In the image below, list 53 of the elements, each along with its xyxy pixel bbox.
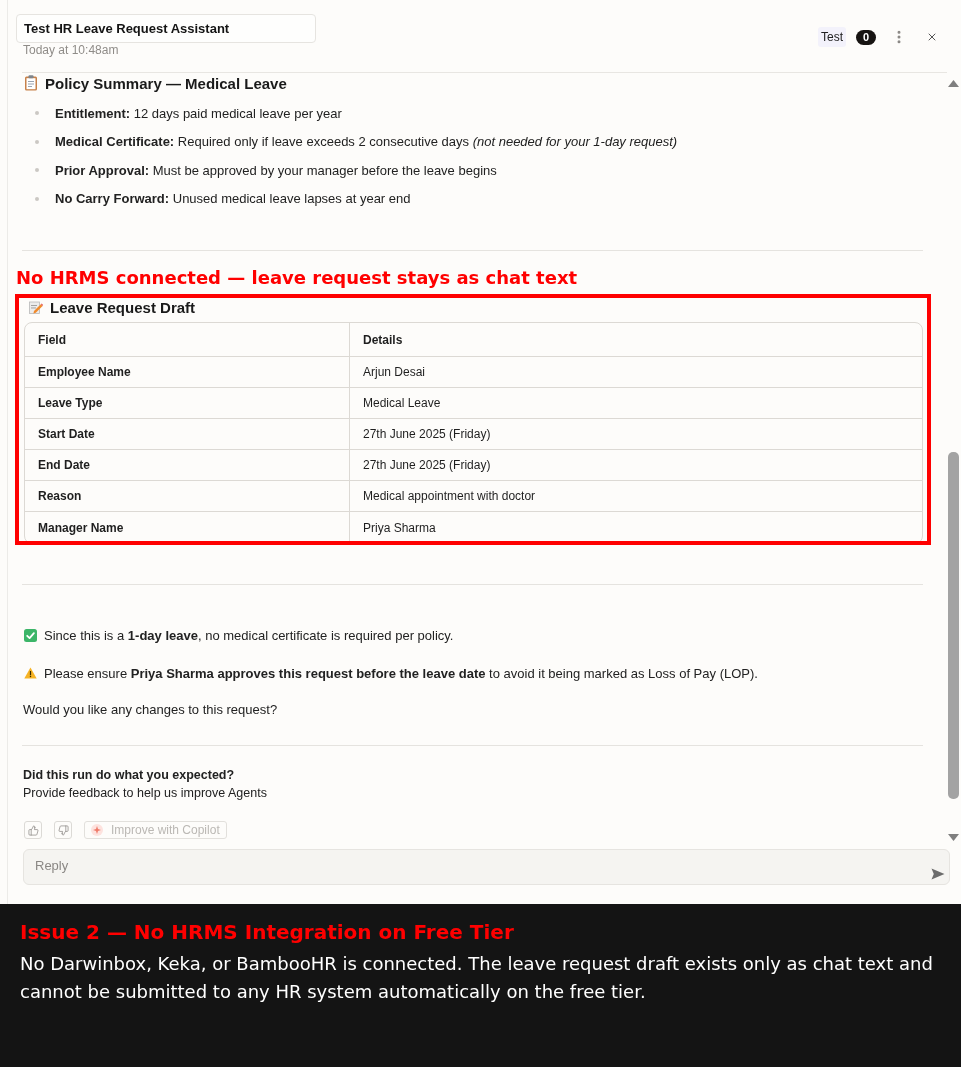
bullet-icon bbox=[35, 196, 39, 201]
policy-item: Medical Certificate: Required only if leave exceeds 2 consecutive days (not needed for your 1-day request) bbox=[55, 134, 678, 150]
table-cell: Reason bbox=[25, 481, 350, 512]
thumbs-down-icon bbox=[57, 824, 69, 836]
warning-icon bbox=[24, 667, 37, 679]
column-header: Details bbox=[350, 323, 922, 357]
bullet-icon bbox=[35, 111, 39, 116]
section-heading: Policy Summary — Medical Leave bbox=[45, 74, 287, 92]
sparkle-icon bbox=[91, 824, 103, 836]
thumbs-up-icon bbox=[27, 824, 39, 836]
send-button[interactable] bbox=[931, 868, 945, 880]
policy-item: Entitlement: 12 days paid medical leave per year bbox=[55, 105, 342, 121]
notepad-pencil-icon bbox=[29, 300, 43, 314]
table-cell: 27th June 2025 (Friday) bbox=[350, 450, 922, 481]
section-heading: Leave Request Draft bbox=[50, 298, 196, 316]
send-icon bbox=[931, 868, 945, 880]
table-cell: Leave Type bbox=[25, 388, 350, 419]
table-cell: 27th June 2025 (Friday) bbox=[350, 419, 922, 450]
close-button[interactable] bbox=[926, 31, 938, 43]
table-cell: Manager Name bbox=[25, 512, 350, 541]
table-cell: End Date bbox=[25, 450, 350, 481]
close-icon bbox=[926, 31, 938, 43]
thumbs-down-button[interactable] bbox=[54, 821, 72, 839]
column-header: Field bbox=[25, 323, 350, 357]
annotation-caption: No HRMS connected — leave request stays as chat text bbox=[16, 267, 579, 289]
message-text: Please ensure Priya Sharma approves this request before the leave date to avoid it being marked as Loss of Pay (LOP). bbox=[44, 665, 758, 681]
clipboard-icon bbox=[24, 75, 38, 91]
scrollbar-thumb[interactable] bbox=[948, 452, 959, 799]
message-text: Since this is a 1-day leave, no medical certificate is required per policy. bbox=[44, 627, 454, 643]
issue-title: Issue 2 — No HRMS Integration on Free Tier bbox=[20, 920, 515, 944]
timestamp: Today at 10:48am bbox=[22, 43, 120, 58]
agent-tag: Test bbox=[818, 27, 846, 47]
feedback-question: Did this run do what you expected? bbox=[23, 767, 236, 784]
table-cell: Employee Name bbox=[25, 357, 350, 388]
issue-description: No Darwinbox, Keka, or BambooHR is connected. The leave request draft exists only as chat text and cannot be submitted to any HR system automatically on the free tier. bbox=[20, 952, 934, 1004]
table-cell: Start Date bbox=[25, 419, 350, 450]
scroll-down-icon[interactable] bbox=[948, 834, 959, 841]
bullet-icon bbox=[35, 168, 39, 173]
reply-input[interactable]: Reply bbox=[23, 849, 950, 885]
bullet-icon bbox=[35, 139, 39, 144]
policy-item: Prior Approval: Must be approved by your manager before the leave begins bbox=[55, 162, 497, 178]
table-cell: Medical Leave bbox=[350, 388, 922, 419]
count-badge: 0 bbox=[856, 29, 876, 45]
thumbs-up-button[interactable] bbox=[24, 821, 42, 839]
table-cell: Arjun Desai bbox=[350, 357, 922, 388]
scroll-up-icon[interactable] bbox=[948, 80, 959, 87]
table-cell: Medical appointment with doctor bbox=[350, 481, 922, 512]
feedback-prompt: Provide feedback to help us improve Agents bbox=[23, 785, 268, 802]
policy-item: No Carry Forward: Unused medical leave lapses at year end bbox=[55, 191, 411, 207]
chat-title: Test HR Leave Request Assistant bbox=[16, 14, 316, 43]
message-text: Would you like any changes to this request? bbox=[23, 701, 279, 719]
table-cell-text: Priya Sharma bbox=[362, 519, 437, 537]
check-icon bbox=[24, 628, 37, 642]
